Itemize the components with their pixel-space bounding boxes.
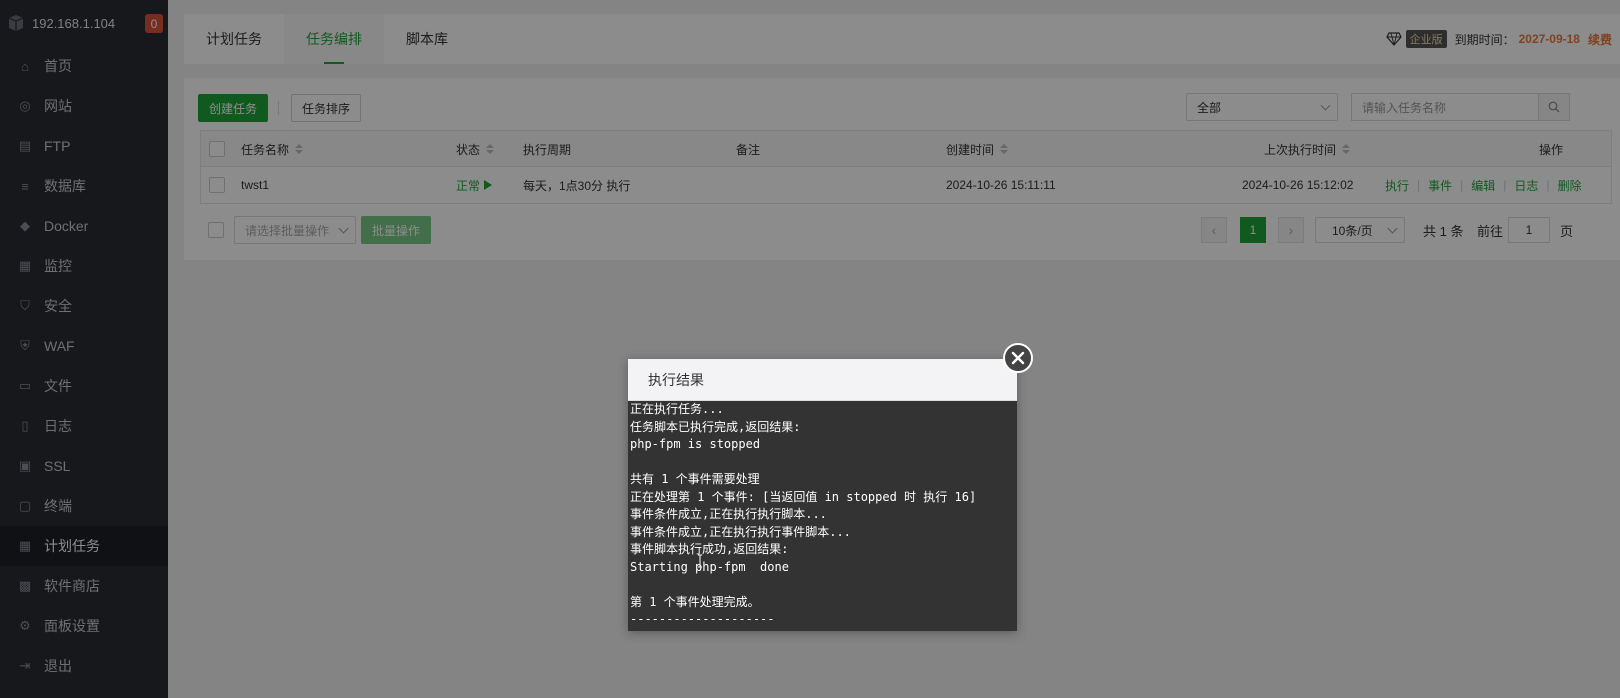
execution-result-dialog: 执行结果 正在执行任务... 任务脚本已执行完成,返回结果: php-fpm i… bbox=[628, 359, 1017, 631]
dialog-title: 执行结果 bbox=[628, 359, 1017, 401]
text-cursor-icon bbox=[698, 554, 702, 568]
close-dialog-button[interactable] bbox=[1003, 343, 1033, 373]
execution-output-log: 正在执行任务... 任务脚本已执行完成,返回结果: php-fpm is sto… bbox=[628, 401, 1017, 631]
close-icon bbox=[1011, 351, 1025, 365]
